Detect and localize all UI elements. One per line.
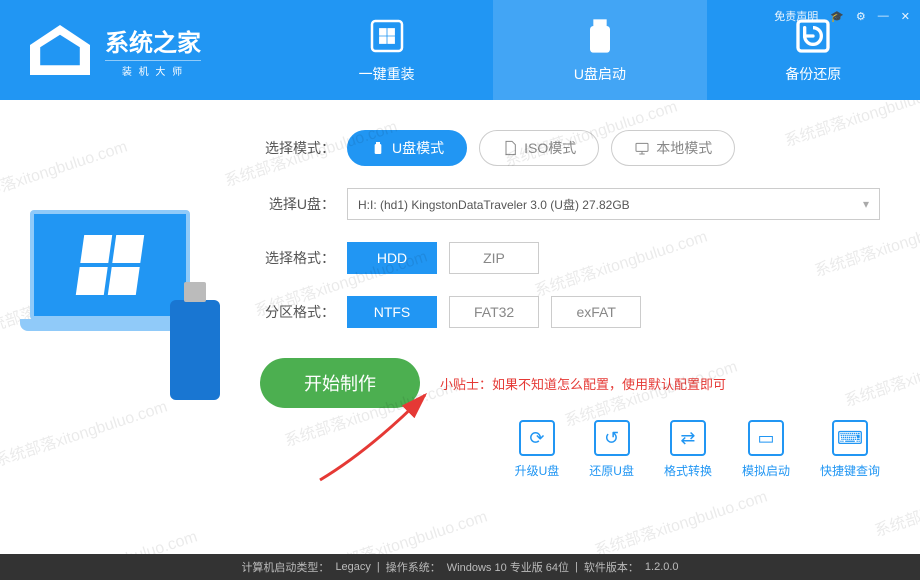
usb-drive-select[interactable]: H:I: (hd1) KingstonDataTraveler 3.0 (U盘)… bbox=[347, 188, 880, 220]
close-icon[interactable]: ✕ bbox=[901, 10, 910, 23]
usb-label: 选择U盘： bbox=[260, 194, 335, 214]
format-hdd-button[interactable]: HDD bbox=[347, 242, 437, 274]
chevron-down-icon: ▾ bbox=[863, 197, 869, 211]
nav-reinstall[interactable]: 一键重装 bbox=[280, 0, 493, 100]
partition-fat32-button[interactable]: FAT32 bbox=[449, 296, 539, 328]
tip-text: 小贴士：如果不知道怎么配置，使用默认配置即可 bbox=[440, 374, 726, 393]
status-bar: 计算机启动类型： Legacy | 操作系统： Windows 10 专业版 6… bbox=[0, 554, 920, 580]
nav-usb-boot[interactable]: U盘启动 bbox=[493, 0, 706, 100]
disclaimer-link[interactable]: 免责声明 bbox=[774, 8, 818, 24]
mode-label: 选择模式： bbox=[260, 138, 335, 158]
tool-restore-usb[interactable]: ↺ 还原U盘 bbox=[589, 420, 634, 479]
keyboard-icon: ⌨ bbox=[832, 420, 868, 456]
usb-icon bbox=[580, 16, 620, 56]
tool-shortcut-query[interactable]: ⌨ 快捷键查询 bbox=[820, 420, 880, 479]
mode-local-button[interactable]: 本地模式 bbox=[611, 130, 735, 166]
partition-label: 分区格式： bbox=[260, 302, 335, 322]
format-label: 选择格式： bbox=[260, 248, 335, 268]
tool-simulate-boot[interactable]: ▭ 模拟启动 bbox=[742, 420, 790, 479]
logo-icon bbox=[30, 25, 90, 75]
start-button[interactable]: 开始制作 bbox=[260, 358, 420, 408]
logo-title: 系统之家 bbox=[105, 23, 201, 58]
upgrade-icon: ⟳ bbox=[519, 420, 555, 456]
partition-ntfs-button[interactable]: NTFS bbox=[347, 296, 437, 328]
format-zip-button[interactable]: ZIP bbox=[449, 242, 539, 274]
restore-usb-icon: ↺ bbox=[594, 420, 630, 456]
logo: 系统之家 装 机 大 师 bbox=[0, 23, 280, 78]
minimize-icon[interactable]: — bbox=[878, 10, 889, 22]
partition-exfat-button[interactable]: exFAT bbox=[551, 296, 641, 328]
logo-subtitle: 装 机 大 师 bbox=[105, 60, 201, 78]
main-content: 选择模式： U盘模式 ISO模式 本地模式 选择U盘： H:I: (hd1) K… bbox=[0, 100, 920, 420]
mode-iso-button[interactable]: ISO模式 bbox=[479, 130, 599, 166]
tool-upgrade-usb[interactable]: ⟳ 升级U盘 bbox=[515, 420, 560, 479]
convert-icon: ⇄ bbox=[670, 420, 706, 456]
bottom-toolbar: ⟳ 升级U盘 ↺ 还原U盘 ⇄ 格式转换 ▭ 模拟启动 ⌨ 快捷键查询 bbox=[0, 420, 920, 489]
mode-usb-button[interactable]: U盘模式 bbox=[347, 130, 467, 166]
theme-icon[interactable]: 🎓 bbox=[830, 10, 844, 23]
header: 系统之家 装 机 大 师 一键重装 U盘启动 备份还原 免责声明 🎓 ⚙ — bbox=[0, 0, 920, 100]
monitor-icon: ▭ bbox=[748, 420, 784, 456]
settings-icon[interactable]: ⚙ bbox=[856, 10, 866, 23]
windows-icon bbox=[367, 16, 407, 56]
laptop-illustration bbox=[20, 190, 240, 410]
window-controls: 免责声明 🎓 ⚙ — ✕ bbox=[774, 8, 910, 24]
tool-convert-format[interactable]: ⇄ 格式转换 bbox=[664, 420, 712, 479]
